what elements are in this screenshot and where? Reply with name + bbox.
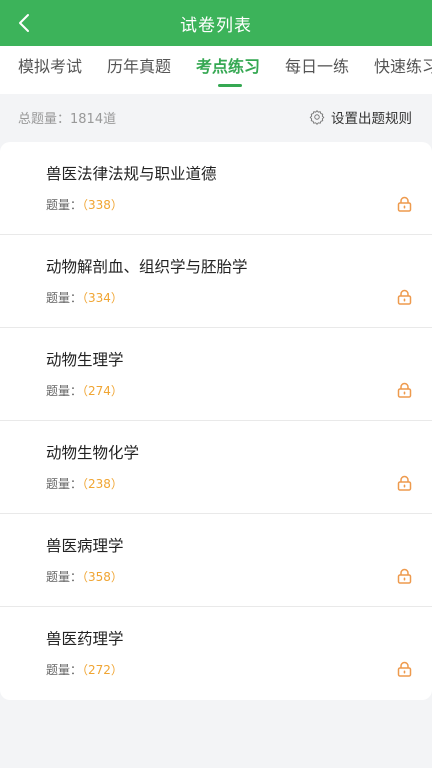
list-item[interactable]: 动物解剖血、组织学与胚胎学 题量：（334） [0,235,432,328]
question-count: （334） [82,291,123,305]
question-count-row: 题量：（338） [46,196,123,213]
tab-daily-practice[interactable]: 每日一练 [285,46,349,94]
back-button[interactable] [10,9,38,37]
paper-title: 动物生理学 [46,351,124,369]
lock-icon [397,475,412,491]
question-count: （272） [82,663,123,677]
lock-icon [397,289,412,305]
tab-past-papers[interactable]: 历年真题 [107,46,171,94]
question-count-row: 题量：（358） [46,568,123,585]
set-rules-label: 设置出题规则 [331,111,412,127]
tab-bar: 模拟考试 历年真题 考点练习 每日一练 快速练习 [0,46,432,94]
gear-icon [309,110,325,125]
question-count: （358） [82,570,123,584]
tab-mock-exam[interactable]: 模拟考试 [18,46,82,94]
question-count-label: 题量： [46,198,83,212]
lock-icon [397,661,412,677]
question-count-label: 题量： [46,384,83,398]
lock-icon [397,382,412,398]
question-count: （338） [82,198,123,212]
question-count-label: 题量： [46,477,83,491]
paper-title: 动物生物化学 [46,444,140,462]
lock-icon [397,196,412,212]
question-count: （238） [82,477,123,491]
chevron-left-icon [19,14,29,32]
paper-title: 动物解剖血、组织学与胚胎学 [46,258,248,276]
stats-bar: 总题量：1814道 设置出题规则 [0,94,432,140]
question-count-row: 题量：（274） [46,382,123,399]
list-item[interactable]: 动物生物化学 题量：（238） [0,421,432,514]
list-item[interactable]: 兽医病理学 题量：（358） [0,514,432,607]
paper-title: 兽医病理学 [46,537,124,555]
paper-title: 兽医药理学 [46,630,124,648]
paper-title: 兽医法律法规与职业道德 [46,165,217,183]
list-item[interactable]: 兽医药理学 题量：（272） [0,607,432,700]
list-item[interactable]: 兽医法律法规与职业道德 题量：（338） [0,142,432,235]
app-header: 试卷列表 [0,0,432,46]
tab-quick-practice[interactable]: 快速练习 [374,46,432,94]
set-rules-button[interactable]: 设置出题规则 [309,107,412,127]
question-count-label: 题量： [46,570,83,584]
question-count-row: 题量：（272） [46,661,123,678]
lock-icon [397,568,412,584]
total-question-count: 总题量：1814道 [18,111,117,127]
question-count-label: 题量： [46,291,83,305]
list-item[interactable]: 动物生理学 题量：（274） [0,328,432,421]
page-title: 试卷列表 [180,15,252,36]
question-count-row: 题量：（334） [46,289,123,306]
active-tab-indicator [218,84,242,87]
question-count-label: 题量： [46,663,83,677]
question-count: （274） [82,384,123,398]
question-count-row: 题量：（238） [46,475,123,492]
paper-list: 兽医法律法规与职业道德 题量：（338） 动物解剖血、组织学与胚胎学 题量：（3… [0,142,432,700]
